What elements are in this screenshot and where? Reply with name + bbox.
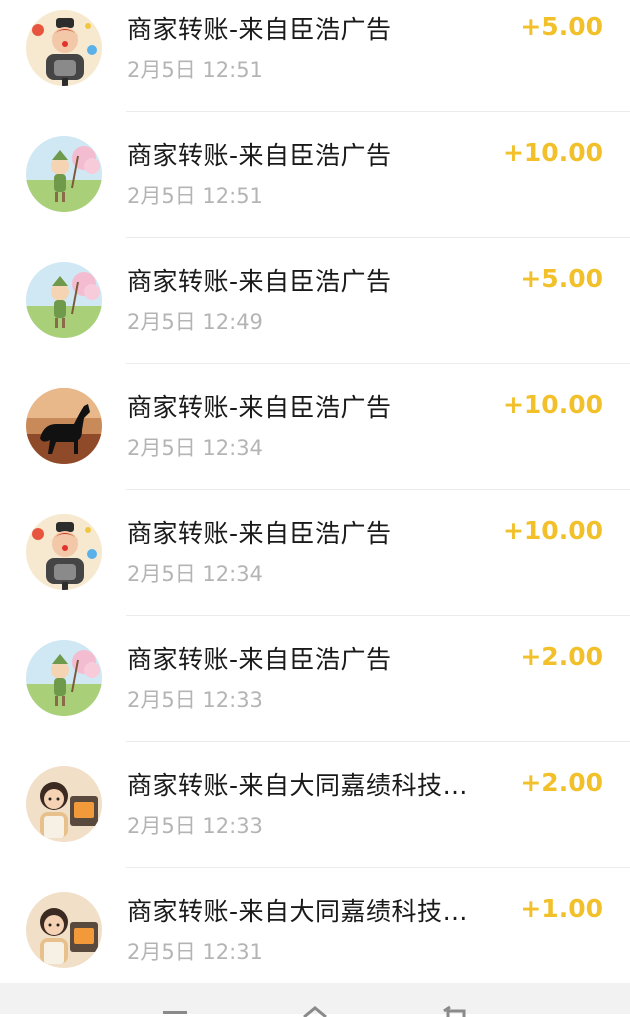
list-item[interactable]: 商家转账-来自臣浩广告 2月5日 12:34 +10.00 xyxy=(0,364,630,490)
transaction-title: 商家转账-来自臣浩广告 xyxy=(127,141,392,170)
transaction-amount: +2.00 xyxy=(520,768,603,797)
girl-oven-avatar-icon xyxy=(26,766,102,842)
transaction-time: 2月5日 12:49 xyxy=(127,310,263,334)
back-icon[interactable] xyxy=(440,1005,470,1017)
clown-avatar-icon xyxy=(26,10,102,86)
transaction-amount: +10.00 xyxy=(502,390,603,419)
transaction-amount: +2.00 xyxy=(520,642,603,671)
fairy-avatar-icon xyxy=(26,262,102,338)
girl-oven-avatar-icon xyxy=(26,892,102,968)
home-icon[interactable] xyxy=(300,1005,330,1017)
list-item[interactable]: 商家转账-来自大同嘉绩科技… 2月5日 12:33 +2.00 xyxy=(0,742,630,868)
transaction-title: 商家转账-来自大同嘉绩科技… xyxy=(127,771,469,800)
transaction-time: 2月5日 12:34 xyxy=(127,436,263,460)
menu-icon[interactable] xyxy=(160,1005,190,1017)
fairy-avatar-icon xyxy=(26,136,102,212)
horse-avatar-icon xyxy=(26,388,102,464)
transaction-amount: +5.00 xyxy=(520,12,603,41)
transaction-amount: +10.00 xyxy=(502,516,603,545)
list-item[interactable]: 商家转账-来自臣浩广告 2月5日 12:51 +5.00 xyxy=(0,0,630,112)
transaction-time: 2月5日 12:33 xyxy=(127,688,263,712)
transaction-title: 商家转账-来自大同嘉绩科技… xyxy=(127,897,469,926)
list-item[interactable]: 商家转账-来自臣浩广告 2月5日 12:34 +10.00 xyxy=(0,490,630,616)
list-item[interactable]: 商家转账-来自臣浩广告 2月5日 12:33 +2.00 xyxy=(0,616,630,742)
transaction-title: 商家转账-来自臣浩广告 xyxy=(127,15,392,44)
transaction-time: 2月5日 12:51 xyxy=(127,184,263,208)
transaction-time: 2月5日 12:51 xyxy=(127,58,263,82)
fairy-avatar-icon xyxy=(26,640,102,716)
transaction-list: 商家转账-来自臣浩广告 2月5日 12:51 +5.00 商家转账-来自臣浩广告… xyxy=(0,0,630,994)
transaction-amount: +10.00 xyxy=(502,138,603,167)
list-item[interactable]: 商家转账-来自臣浩广告 2月5日 12:51 +10.00 xyxy=(0,112,630,238)
list-item[interactable]: 商家转账-来自大同嘉绩科技… 2月5日 12:31 +1.00 xyxy=(0,868,630,994)
clown-avatar-icon xyxy=(26,514,102,590)
list-item[interactable]: 商家转账-来自臣浩广告 2月5日 12:49 +5.00 xyxy=(0,238,630,364)
system-navigation-bar xyxy=(0,983,630,1017)
transaction-amount: +1.00 xyxy=(520,894,603,923)
transaction-title: 商家转账-来自臣浩广告 xyxy=(127,267,392,296)
transaction-amount: +5.00 xyxy=(520,264,603,293)
transaction-time: 2月5日 12:33 xyxy=(127,814,263,838)
transaction-title: 商家转账-来自臣浩广告 xyxy=(127,519,392,548)
transaction-time: 2月5日 12:31 xyxy=(127,940,263,964)
transaction-title: 商家转账-来自臣浩广告 xyxy=(127,645,392,674)
transaction-title: 商家转账-来自臣浩广告 xyxy=(127,393,392,422)
transaction-time: 2月5日 12:34 xyxy=(127,562,263,586)
